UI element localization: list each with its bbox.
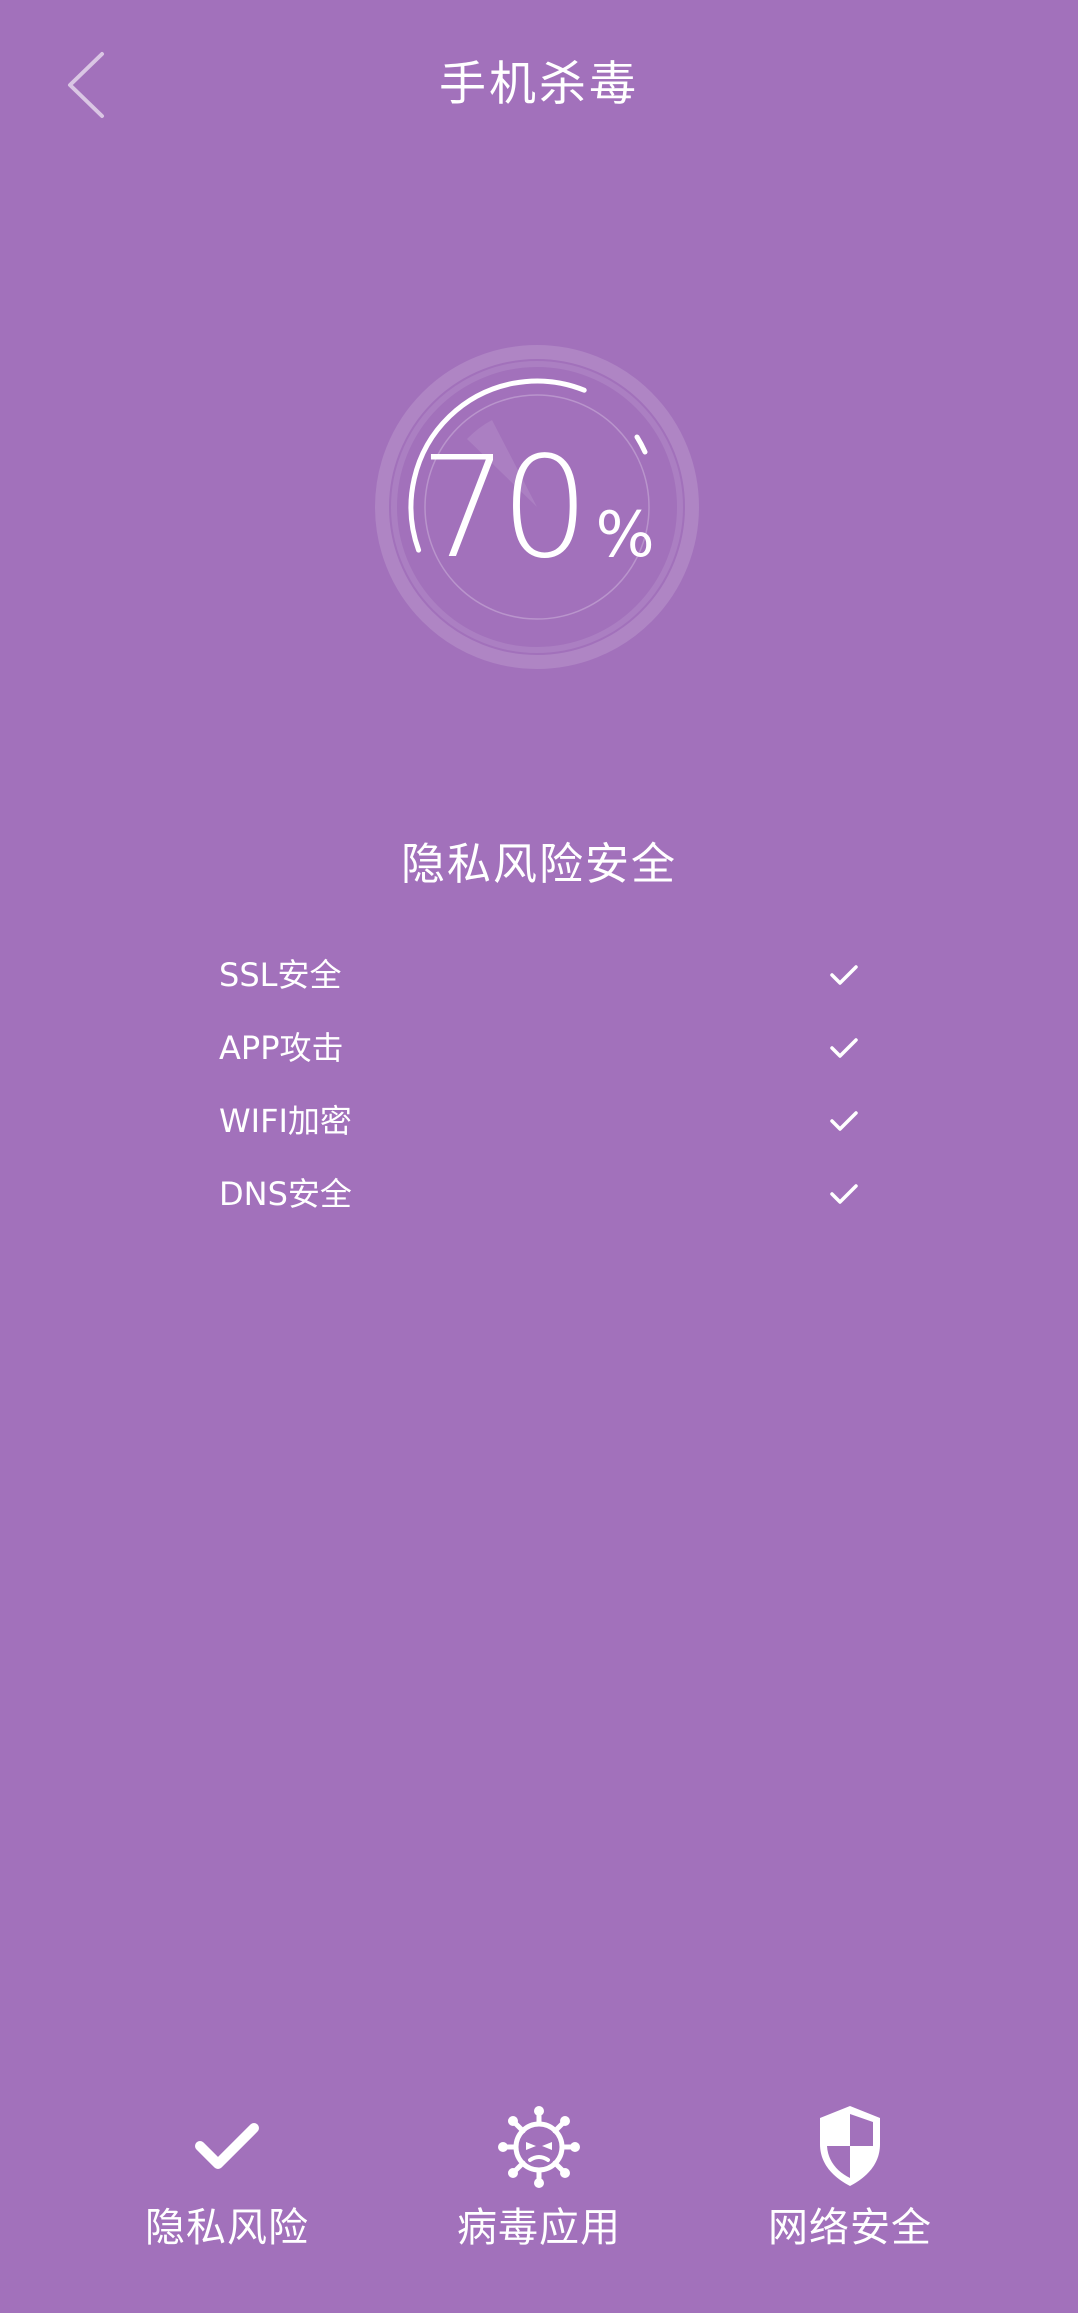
- check-item-label: SSL安全: [219, 956, 342, 994]
- tab-network-security[interactable]: 网络安全: [730, 2100, 970, 2280]
- check-icon: [830, 1184, 858, 1204]
- section-title: 隐私风险安全: [401, 839, 677, 890]
- progress-unit: %: [595, 498, 655, 571]
- check-item-label: APP攻击: [219, 1029, 344, 1067]
- tab-label: 病毒应用: [457, 2205, 621, 2251]
- check-item-app: APP攻击: [219, 1018, 859, 1091]
- check-icon: [195, 2123, 259, 2169]
- shield-icon: [820, 2106, 880, 2186]
- check-item-label: WIFI加密: [219, 1102, 352, 1140]
- scan-progress-gauge: 70 %: [372, 342, 702, 672]
- check-item-label: DNS安全: [219, 1175, 352, 1213]
- header-bar: 手机杀毒: [0, 0, 1078, 170]
- progress-readout: 70 %: [372, 434, 702, 584]
- check-icon: [830, 965, 858, 985]
- tab-virus-apps[interactable]: 病毒应用: [419, 2100, 659, 2280]
- progress-value: 70: [419, 427, 589, 590]
- check-icon: [830, 1038, 858, 1058]
- security-check-list: SSL安全 APP攻击 WIFI加密 DNS安全: [219, 945, 859, 1237]
- check-item-wifi: WIFI加密: [219, 1091, 859, 1164]
- check-item-dns: DNS安全: [219, 1164, 859, 1237]
- tab-privacy-risk[interactable]: 隐私风险: [107, 2100, 347, 2280]
- check-item-ssl: SSL安全: [219, 945, 859, 1018]
- virus-icon: [498, 2106, 580, 2188]
- page-title: 手机杀毒: [439, 57, 639, 112]
- bottom-tab-bar: 隐私风险 病毒应用 网络安全: [0, 2100, 1078, 2280]
- tab-label: 网络安全: [768, 2205, 932, 2251]
- tab-label: 隐私风险: [145, 2205, 309, 2251]
- check-icon: [830, 1111, 858, 1131]
